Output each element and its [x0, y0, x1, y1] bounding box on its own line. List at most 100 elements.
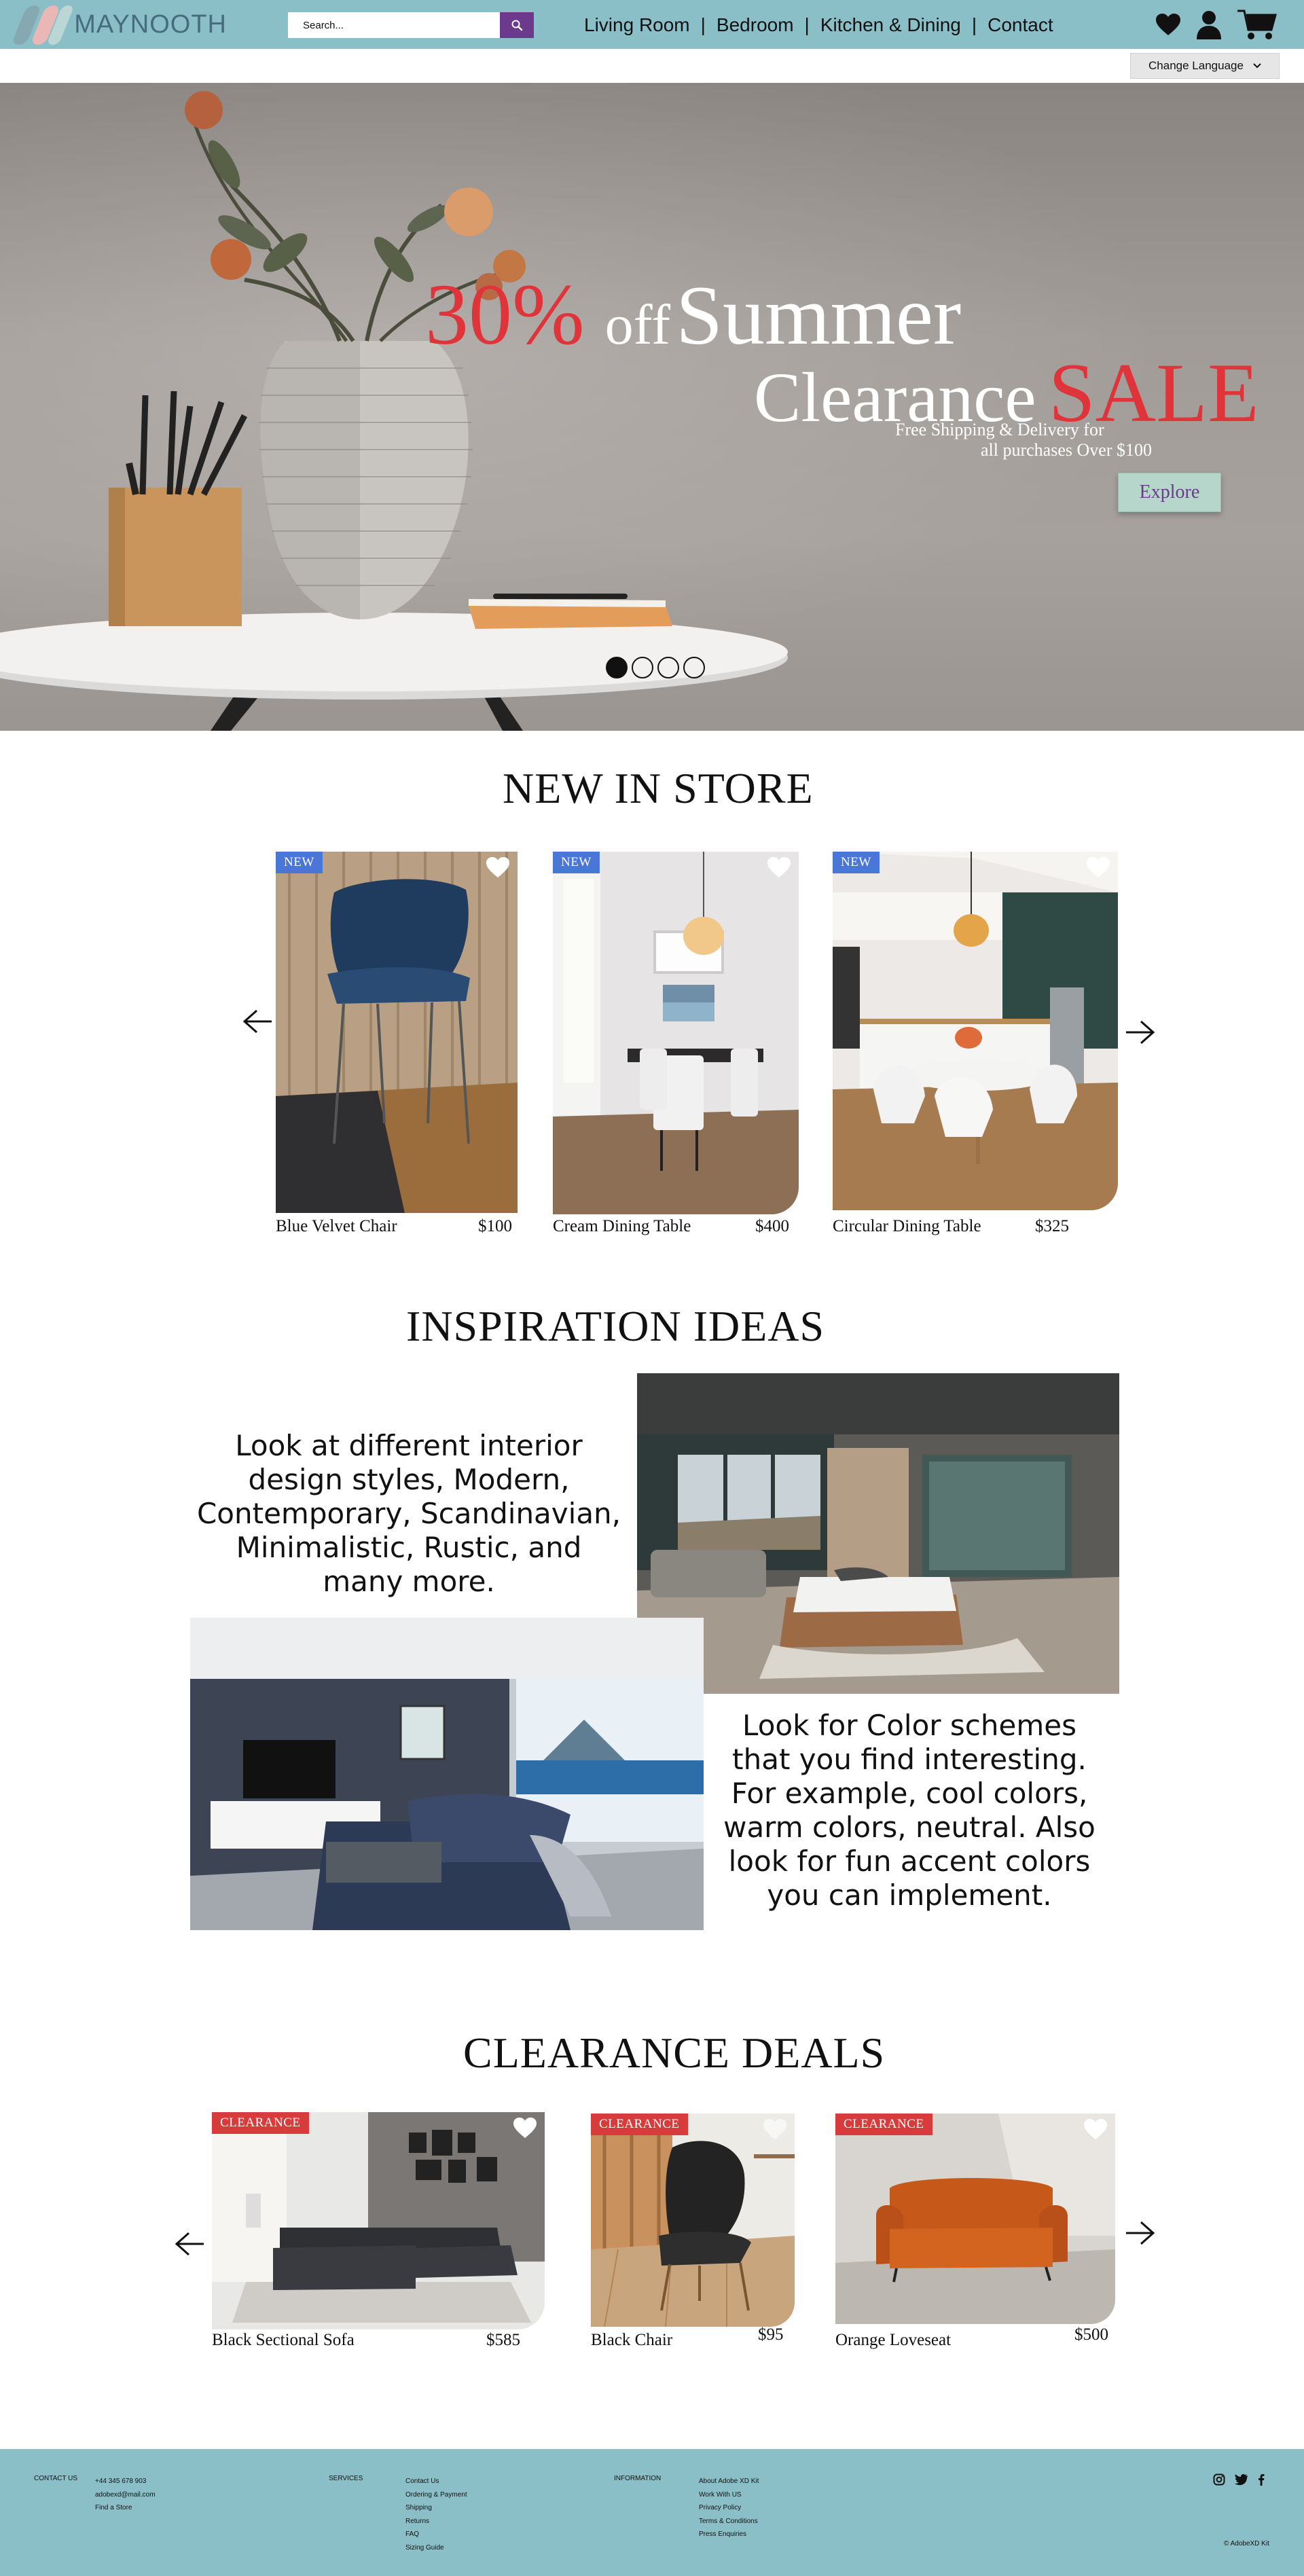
product-photo-blue-chair [276, 852, 518, 1213]
footer-link[interactable]: Shipping [405, 2501, 467, 2515]
product-card[interactable]: CLEARANCE [212, 2112, 545, 2329]
product-photo-sectional-sofa [212, 2112, 545, 2329]
inspiration-text-styles: Look at different interior design styles… [196, 1429, 621, 1598]
heart-icon[interactable] [1155, 12, 1182, 37]
main-nav: Living Room | Bedroom | Kitchen & Dining… [584, 12, 1064, 38]
product-name[interactable]: Black Sectional Sofa [212, 2331, 355, 2350]
product-photo-orange-loveseat [835, 2114, 1115, 2324]
product-card[interactable]: CLEARANCE [591, 2114, 795, 2327]
clearance-deals-title: CLEARANCE DEALS [463, 2029, 886, 2077]
carousel-dot[interactable] [606, 657, 628, 678]
twitter-icon[interactable] [1235, 2473, 1248, 2486]
arrow-left-icon[interactable] [242, 1008, 273, 1035]
hero-percent: 30% [425, 266, 585, 363]
hero-banner: 30% offSummer Clearance SALE Free Shipping… [0, 83, 1304, 731]
footer-link[interactable]: Contact Us [405, 2475, 467, 2488]
footer-link[interactable]: Work With US [699, 2488, 759, 2502]
product-price: $325 [1035, 1217, 1069, 1235]
footer-services-list: Contact Us Ordering & Payment Shipping R… [405, 2475, 467, 2554]
footer-link[interactable]: Privacy Policy [699, 2501, 759, 2515]
new-badge: NEW [553, 852, 600, 873]
facebook-icon[interactable] [1258, 2473, 1265, 2486]
site-footer: CONTACT US +44 345 678 903 adobexd@mail.… [0, 2449, 1304, 2576]
product-photo-circular-table [833, 852, 1118, 1210]
user-icon[interactable] [1195, 10, 1222, 39]
inspiration-title: INSPIRATION IDEAS [406, 1302, 825, 1350]
product-card[interactable]: NEW [276, 852, 518, 1213]
product-name[interactable]: Blue Velvet Chair [276, 1217, 397, 1236]
product-name[interactable]: Orange Loveseat [835, 2331, 951, 2350]
product-name[interactable]: Cream Dining Table [553, 1217, 691, 1236]
product-photo-dining-table [553, 852, 799, 1214]
instagram-icon[interactable] [1213, 2473, 1225, 2486]
nav-living-room[interactable]: Living Room [584, 14, 701, 36]
heart-icon[interactable] [1083, 2118, 1108, 2141]
footer-link[interactable]: Returns [405, 2515, 467, 2528]
footer-link[interactable]: Terms & Conditions [699, 2515, 759, 2528]
logo-text: MAYNOOTH [74, 10, 227, 39]
nav-separator: | [700, 14, 706, 35]
nav-kitchen-dining[interactable]: Kitchen & Dining [810, 14, 972, 36]
carousel-dot[interactable] [683, 657, 705, 678]
product-name[interactable]: Circular Dining Table [833, 1217, 981, 1236]
heart-icon[interactable] [762, 2118, 788, 2141]
header-actions [1155, 7, 1277, 42]
site-header: MAYNOOTH Living Room | Bedroom | Kitchen… [0, 0, 1304, 49]
product-price: $500 [1074, 2325, 1108, 2344]
hero-subtext-line2: all purchases Over $100 [981, 440, 1152, 460]
arrow-left-icon[interactable] [174, 2230, 205, 2257]
carousel-dot[interactable] [657, 657, 679, 678]
logo-mark-icon [10, 4, 75, 45]
arrow-right-icon[interactable] [1125, 2219, 1156, 2247]
footer-information-list: About Adobe XD Kit Work With US Privacy … [699, 2475, 759, 2541]
new-in-store-title: NEW IN STORE [503, 764, 814, 812]
footer-link[interactable]: Ordering & Payment [405, 2488, 467, 2502]
product-price: $100 [478, 1217, 512, 1235]
footer-email[interactable]: adobexd@mail.com [95, 2488, 156, 2502]
product-name[interactable]: Black Chair [591, 2331, 672, 2350]
explore-button[interactable]: Explore [1118, 473, 1221, 512]
hero-subtext: Free Shipping & Delivery for all purchas… [883, 420, 1155, 460]
nav-separator: | [804, 14, 810, 35]
clearance-badge: CLEARANCE [591, 2114, 688, 2135]
heart-icon[interactable] [1085, 856, 1111, 879]
search-button[interactable] [500, 12, 534, 38]
heart-icon[interactable] [512, 2116, 538, 2139]
nav-bedroom[interactable]: Bedroom [706, 14, 805, 36]
footer-phone[interactable]: +44 345 678 903 [95, 2475, 156, 2488]
footer-link[interactable]: Press Enquiries [699, 2528, 759, 2541]
carousel-dot[interactable] [632, 657, 653, 678]
change-language-dropdown[interactable]: Change Language [1130, 53, 1280, 79]
new-badge: NEW [833, 852, 880, 873]
inspiration-photo-bedroom [637, 1373, 1119, 1694]
cart-icon[interactable] [1236, 8, 1277, 41]
hero-subtext-line1: Free Shipping & Delivery for [895, 420, 1104, 439]
product-card[interactable]: NEW [833, 852, 1118, 1210]
clearance-badge: CLEARANCE [212, 2112, 309, 2134]
nav-contact[interactable]: Contact [977, 14, 1064, 36]
footer-link[interactable]: About Adobe XD Kit [699, 2475, 759, 2488]
search-icon [511, 20, 523, 31]
footer-find-store[interactable]: Find a Store [95, 2501, 156, 2515]
chevron-down-icon [1253, 63, 1261, 69]
arrow-right-icon[interactable] [1125, 1019, 1156, 1046]
heart-icon[interactable] [485, 856, 511, 879]
logo[interactable]: MAYNOOTH [10, 4, 227, 45]
product-card[interactable]: NEW [553, 852, 799, 1214]
footer-link[interactable]: FAQ [405, 2528, 467, 2541]
clearance-badge: CLEARANCE [835, 2114, 932, 2135]
footer-contact-heading: CONTACT US [34, 2475, 78, 2482]
footer-information-heading: INFORMATION [614, 2475, 662, 2482]
heart-icon[interactable] [766, 856, 792, 879]
search-input[interactable] [288, 12, 500, 38]
product-price: $400 [755, 1217, 789, 1235]
carousel-dots [606, 657, 705, 678]
hero-off: off [604, 293, 671, 357]
copyright-text: © AdobeXD Kit [1224, 2540, 1269, 2547]
product-photo-black-chair [591, 2114, 795, 2327]
footer-link[interactable]: Sizing Guide [405, 2541, 467, 2555]
nav-separator: | [971, 14, 977, 35]
footer-services-heading: SERVICES [329, 2475, 363, 2482]
search-bar [288, 12, 534, 38]
product-card[interactable]: CLEARANCE [835, 2114, 1115, 2324]
